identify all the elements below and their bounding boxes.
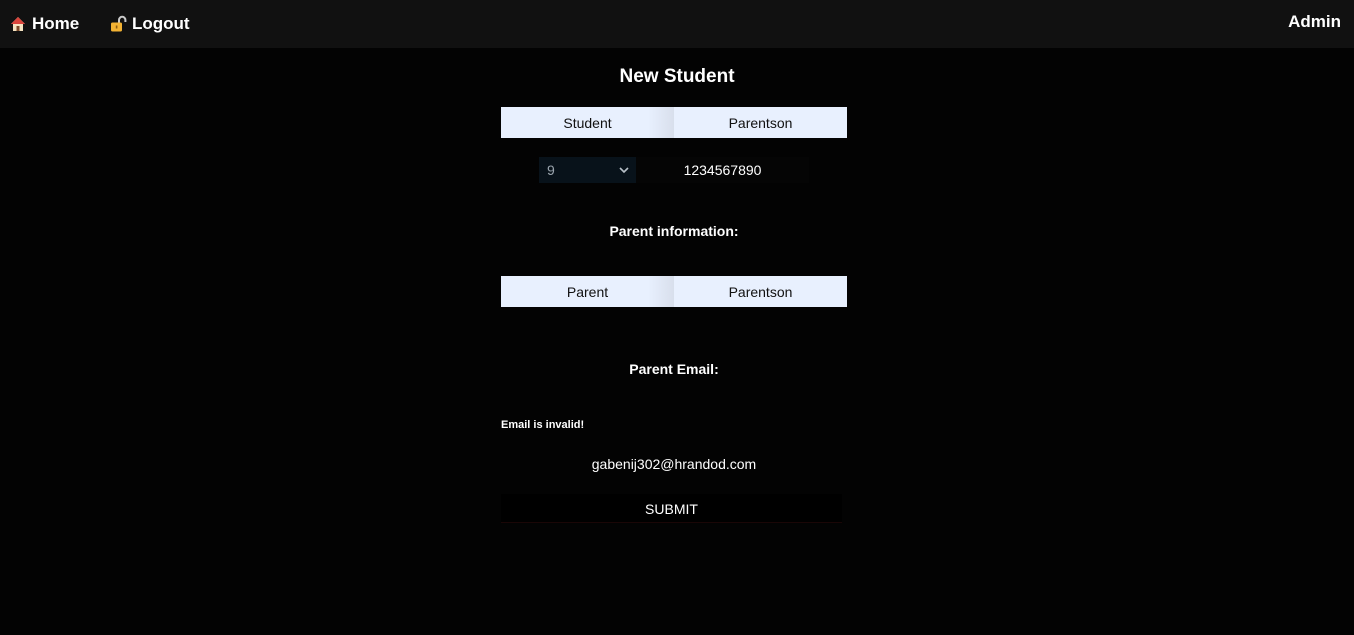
page-title: New Student (619, 66, 735, 87)
parent-first-name-input[interactable] (501, 276, 674, 307)
chevron-down-icon (617, 163, 631, 177)
grade-select[interactable]: 9 (539, 157, 636, 183)
email-error-message: Email is invalid! (501, 419, 585, 431)
student-last-name-input[interactable] (674, 107, 847, 138)
student-name-row (501, 107, 847, 138)
parent-email-input[interactable] (501, 450, 847, 478)
navbar: Home Logout Admin (0, 0, 1354, 48)
unlocked-padlock-icon (110, 15, 127, 33)
home-label: Home (32, 14, 80, 33)
parent-email-label: Parent Email: (629, 361, 719, 377)
parent-name-row (501, 276, 847, 307)
house-icon (10, 15, 26, 33)
logout-label: Logout (132, 14, 190, 33)
parent-last-name-input[interactable] (674, 276, 847, 307)
parent-information-label: Parent information: (609, 223, 739, 239)
home-link[interactable]: Home (10, 14, 79, 34)
admin-user-label[interactable]: Admin (1288, 12, 1341, 32)
grade-select-value: 9 (547, 162, 555, 178)
phone-input[interactable] (636, 157, 809, 183)
submit-button[interactable]: SUBMIT (501, 494, 842, 523)
logout-link[interactable]: Logout (110, 14, 190, 34)
student-first-name-input[interactable] (501, 107, 674, 138)
